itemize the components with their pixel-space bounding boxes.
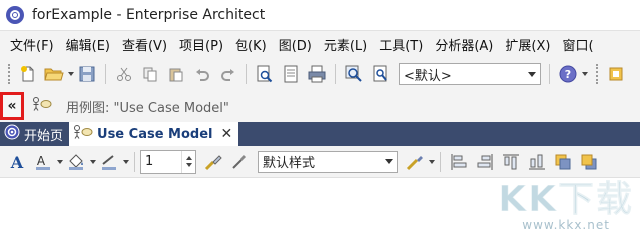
workspace-layout-select[interactable]: <默认> — [399, 63, 541, 85]
open-dropdown-icon[interactable] — [68, 72, 74, 76]
style-edit-dropdown-icon[interactable] — [429, 159, 435, 164]
font-color-icon[interactable]: A — [32, 151, 54, 173]
line-color-icon[interactable] — [98, 151, 120, 173]
line-width-value: 1 — [145, 154, 154, 169]
toolbar-separator — [134, 151, 135, 172]
fill-color-icon[interactable] — [65, 151, 87, 173]
tab-use-case-model[interactable]: Use Case Model ✕ — [69, 122, 239, 146]
undo-icon[interactable] — [191, 63, 213, 85]
menu-diagram[interactable]: 图(D) — [273, 35, 318, 54]
svg-text:?: ? — [565, 68, 571, 81]
menu-extensions[interactable]: 扩展(X) — [499, 35, 556, 54]
menu-element[interactable]: 元素(L) — [318, 35, 373, 54]
font-icon[interactable]: A — [6, 151, 28, 173]
svg-text:A: A — [10, 154, 24, 170]
apply-style-icon[interactable] — [202, 151, 224, 173]
diagram-style-select[interactable]: 默认样式 — [258, 150, 398, 173]
copy-icon[interactable] — [139, 63, 161, 85]
align-left-icon[interactable] — [448, 151, 470, 173]
tab-start-page-label: 开始页 — [24, 128, 64, 144]
tab-start-page[interactable]: 开始页 — [0, 122, 69, 146]
menu-project[interactable]: 项目(P) — [173, 35, 229, 54]
toolbar-grip[interactable] — [596, 64, 599, 84]
collapse-panel-button[interactable]: « — [0, 92, 24, 120]
redo-icon[interactable] — [217, 63, 239, 85]
menu-tools[interactable]: 工具(T) — [373, 35, 429, 54]
extension-icon[interactable] — [605, 63, 627, 85]
use-case-diagram-icon — [73, 124, 93, 144]
cut-icon[interactable] — [113, 63, 135, 85]
find-icon[interactable] — [254, 63, 276, 85]
toolbar-separator — [246, 64, 247, 84]
search-model-icon[interactable] — [343, 63, 365, 85]
diagram-path: 用例图: "Use Case Model" — [66, 100, 229, 116]
close-icon[interactable]: ✕ — [221, 126, 233, 142]
menu-view[interactable]: 查看(V) — [116, 35, 173, 54]
chevron-down-icon — [385, 159, 393, 164]
watermark-logo-text: KK下载 — [498, 179, 634, 221]
save-icon[interactable] — [76, 63, 98, 85]
chevron-up-icon[interactable] — [185, 156, 192, 160]
toolbar-separator — [440, 151, 441, 172]
get-style-icon[interactable] — [228, 151, 250, 173]
open-folder-icon[interactable] — [43, 63, 65, 85]
locate-icon[interactable] — [369, 63, 391, 85]
print-icon[interactable] — [306, 63, 328, 85]
help-dropdown-icon[interactable] — [582, 72, 588, 76]
menu-analyzer[interactable]: 分析器(A) — [429, 35, 499, 54]
align-right-icon[interactable] — [474, 151, 496, 173]
window-title: forExample - Enterprise Architect — [32, 7, 266, 23]
diagram-style-value: 默认样式 — [263, 156, 316, 171]
menu-package[interactable]: 包(K) — [229, 35, 273, 54]
document-report-icon[interactable] — [280, 63, 302, 85]
chevron-down-icon — [528, 71, 536, 77]
toolbar-separator — [549, 64, 550, 84]
stepper-arrows[interactable] — [181, 150, 195, 173]
help-icon[interactable]: ? — [557, 63, 579, 85]
new-file-icon[interactable] — [17, 63, 39, 85]
font-color-dropdown-icon[interactable] — [57, 159, 63, 164]
toolbar-separator — [335, 64, 336, 84]
main-toolbar: <默认> ? — [0, 58, 640, 90]
toolbar-grip[interactable] — [8, 64, 11, 84]
collapse-chevron-icon: « — [7, 98, 17, 114]
diagram-navigation-bar: « 用例图: "Use Case Model" — [0, 90, 640, 122]
use-case-diagram-icon — [32, 96, 52, 116]
paste-icon[interactable] — [165, 63, 187, 85]
toolbar-separator — [105, 64, 106, 84]
enterprise-architect-app-icon — [6, 6, 24, 24]
watermark: KK下载 www.kkx.net — [498, 170, 634, 233]
line-width-stepper[interactable]: 1 — [140, 149, 196, 174]
title-bar: forExample - Enterprise Architect — [0, 0, 640, 30]
start-page-icon — [4, 124, 20, 144]
workspace-layout-value: <默认> — [404, 68, 452, 84]
svg-text:A: A — [37, 154, 46, 168]
menu-bar: 文件(F) 编辑(E) 查看(V) 项目(P) 包(K) 图(D) 元素(L) … — [0, 30, 640, 58]
fill-color-dropdown-icon[interactable] — [90, 159, 96, 164]
style-edit-icon[interactable] — [404, 151, 426, 173]
menu-window[interactable]: 窗口( — [556, 35, 599, 54]
line-color-dropdown-icon[interactable] — [123, 159, 129, 164]
menu-file[interactable]: 文件(F) — [4, 35, 60, 54]
document-tab-bar: 开始页 Use Case Model ✕ — [0, 122, 640, 146]
tab-use-case-model-label: Use Case Model — [97, 126, 213, 142]
menu-edit[interactable]: 编辑(E) — [60, 35, 116, 54]
chevron-down-icon[interactable] — [185, 163, 192, 167]
